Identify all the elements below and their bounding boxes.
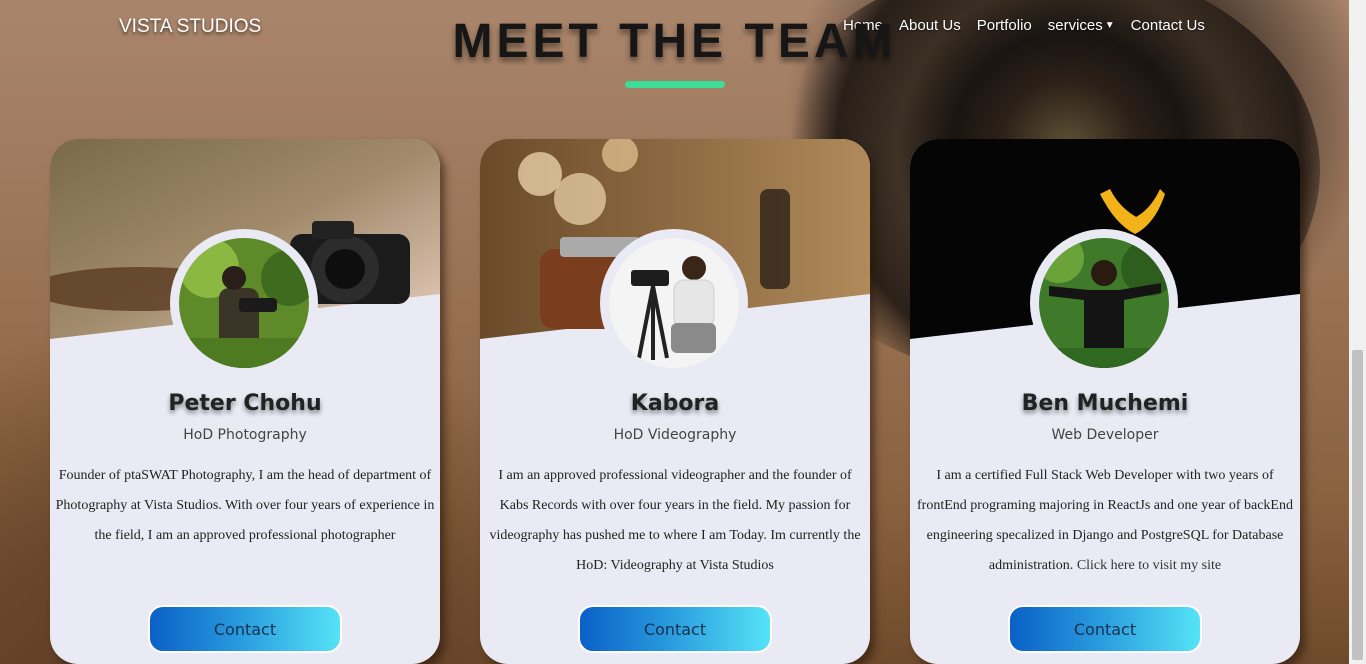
team-card-kabora: Kabora HoD Videography I am an approved … [480, 139, 870, 664]
team-card-ben-muchemi: Ben Muchemi Web Developer I am a certifi… [910, 139, 1300, 664]
member-bio: Founder of ptaSWAT Photography, I am the… [55, 468, 435, 543]
member-name: Peter Chohu [168, 391, 322, 416]
member-role: HoD Videography [613, 427, 737, 443]
avatar-photo [609, 238, 739, 368]
title-underline [625, 81, 725, 88]
scrollbar-thumb[interactable] [1352, 350, 1363, 660]
avatar-photo [179, 238, 309, 368]
avatar-photo [1039, 238, 1169, 368]
member-role: HoD Photography [183, 427, 307, 443]
member-bio: I am a certified Full Stack Web Develope… [915, 461, 1295, 581]
page-scrollbar[interactable] [1349, 0, 1366, 664]
member-bio: I am an approved professional videograph… [489, 468, 861, 573]
avatar [600, 229, 748, 377]
avatar [170, 229, 318, 377]
contact-button[interactable]: Contact [148, 605, 342, 653]
page-title: MEET THE TEAM [452, 15, 897, 68]
member-role: Web Developer [1051, 427, 1159, 443]
contact-button[interactable]: Contact [578, 605, 772, 653]
contact-button[interactable]: Contact [1008, 605, 1202, 653]
team-card-peter-chohu: Peter Chohu HoD Photography Founder of p… [50, 139, 440, 664]
member-name: Kabora [630, 391, 720, 416]
avatar [1030, 229, 1178, 377]
member-name: Ben Muchemi [1021, 391, 1189, 416]
visit-site-link[interactable]: Click here to visit my site [1077, 558, 1221, 573]
